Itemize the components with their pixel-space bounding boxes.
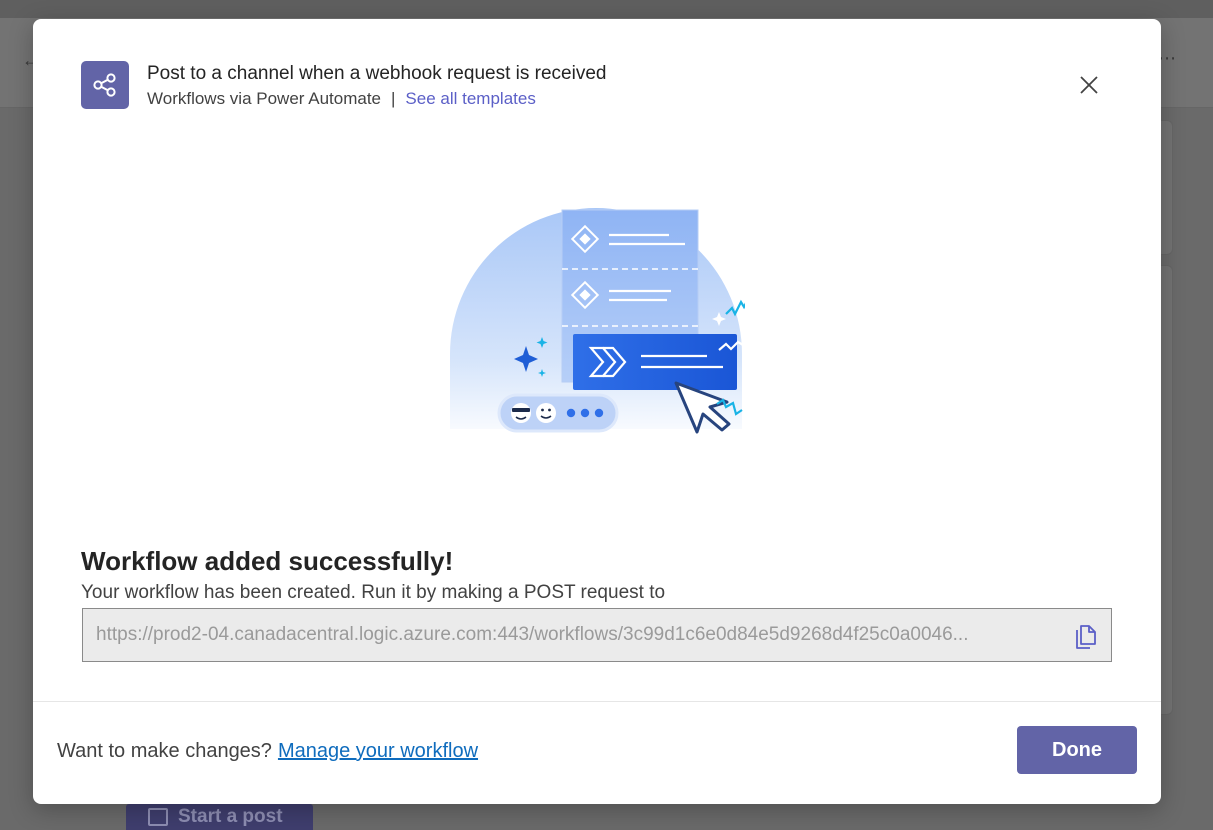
subtitle-source: Workflows via Power Automate (147, 89, 381, 108)
start-post-label: Start a post (178, 806, 283, 827)
background-top-bar (0, 0, 1213, 18)
dialog-subtitle: Workflows via Power Automate | See all t… (147, 89, 536, 109)
copy-icon (1076, 625, 1096, 649)
subtitle-separator: | (391, 89, 396, 108)
copy-url-button[interactable] (1073, 622, 1099, 650)
background-card (1161, 120, 1173, 255)
start-post-button: Start a post (126, 804, 313, 830)
workflow-dialog: Post to a channel when a webhook request… (33, 19, 1161, 804)
success-heading: Workflow added successfully! (81, 546, 454, 576)
background-card (1161, 265, 1173, 715)
success-description: Your workflow has been created. Run it b… (81, 582, 666, 603)
workflow-illustration (445, 208, 745, 444)
webhook-url-text[interactable]: https://prod2-04.canadacentral.logic.azu… (96, 624, 1056, 646)
footer-prompt: Want to make changes? Manage your workfl… (57, 740, 478, 763)
footer-prompt-text: Want to make changes? (57, 740, 272, 762)
share-nodes-icon (81, 61, 129, 109)
webhook-url-field[interactable]: https://prod2-04.canadacentral.logic.azu… (82, 608, 1112, 662)
done-button[interactable]: Done (1017, 726, 1137, 774)
close-button[interactable] (1075, 71, 1103, 99)
dialog-title: Post to a channel when a webhook request… (147, 63, 607, 84)
manage-workflow-link[interactable]: Manage your workflow (278, 740, 478, 763)
see-all-templates-link[interactable]: See all templates (405, 89, 535, 109)
close-icon (1080, 76, 1098, 94)
footer-divider (33, 701, 1161, 702)
compose-icon (148, 808, 168, 826)
